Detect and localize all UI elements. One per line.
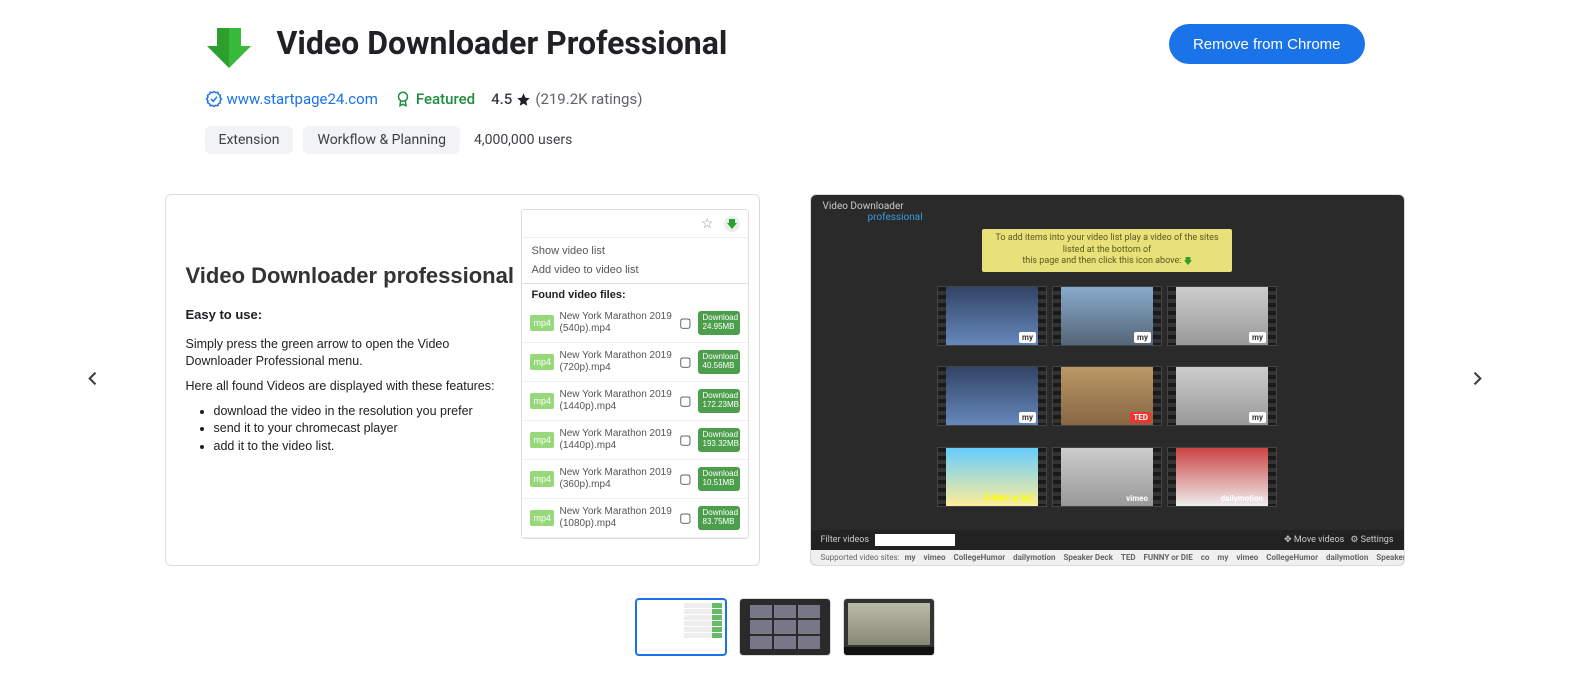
video-row: mp4New York Marathon 2019 (1440p).mp4▢Do… <box>522 421 748 460</box>
chip-extension[interactable]: Extension <box>205 126 294 154</box>
rating-count: (219.2K ratings) <box>535 90 642 108</box>
cast-icon: ▢ <box>679 315 691 331</box>
chevron-left-icon <box>83 369 103 389</box>
s1-title: Video Downloader professional <box>186 263 515 289</box>
video-row: mp4New York Marathon 2019 (540p).mp4▢Dow… <box>522 304 748 343</box>
award-icon <box>394 90 412 108</box>
video-row: mp4New York Marathon 2019 (720p).mp4▢Dow… <box>522 343 748 382</box>
remove-from-chrome-button[interactable]: Remove from Chrome <box>1169 24 1365 64</box>
user-count: 4,000,000 users <box>474 132 572 148</box>
carousel-thumbnails <box>205 598 1365 656</box>
screenshot-1[interactable]: Video Downloader professional Easy to us… <box>165 194 760 566</box>
thumbnail-2[interactable] <box>739 598 831 656</box>
star-icon: ☆ <box>701 215 714 232</box>
screenshot-2[interactable]: Video Downloader professional To add ite… <box>810 194 1405 566</box>
video-row: mp4New York Marathon 2019 (1440p).mp4▢Do… <box>522 382 748 421</box>
s2-thumbnails: my my my my TED my FUNNY or DIE vimeo da… <box>811 278 1404 530</box>
s2-supported-sites: Supported video sites: my vimeo CollegeH… <box>811 550 1404 565</box>
s2-banner: To add items into your video list play a… <box>982 229 1232 272</box>
carousel-next-button[interactable] <box>1459 361 1495 400</box>
cast-icon: ▢ <box>679 354 691 370</box>
s1-subtitle: Easy to use: <box>186 307 515 322</box>
download-arrow-icon <box>724 216 740 232</box>
s1-popup: ☆ Show video list Add video to video lis… <box>521 209 749 539</box>
publisher-site: www.startpage24.com <box>227 90 378 108</box>
video-row: mp4New York Marathon 2019 (1080p).mp4▢Do… <box>522 499 748 538</box>
s2-filter-input <box>875 534 955 546</box>
cast-icon: ▢ <box>679 432 691 448</box>
carousel-prev-button[interactable] <box>75 361 111 400</box>
rating[interactable]: 4.5 (219.2K ratings) <box>491 90 642 108</box>
chip-category[interactable]: Workflow & Planning <box>303 126 459 154</box>
featured-badge: Featured <box>394 90 475 108</box>
thumbnail-1[interactable] <box>635 598 727 656</box>
chevron-right-icon <box>1467 369 1487 389</box>
cast-icon: ▢ <box>679 393 691 409</box>
page-title: Video Downloader Professional <box>277 24 728 62</box>
publisher-link[interactable]: www.startpage24.com <box>205 90 378 108</box>
thumbnail-3[interactable] <box>843 598 935 656</box>
verified-icon <box>205 90 223 108</box>
app-icon <box>205 24 253 72</box>
cast-icon: ▢ <box>679 471 691 487</box>
cast-icon: ▢ <box>679 510 691 526</box>
video-row: mp4New York Marathon 2019 (360p).mp4▢Dow… <box>522 460 748 499</box>
star-icon <box>516 92 531 107</box>
